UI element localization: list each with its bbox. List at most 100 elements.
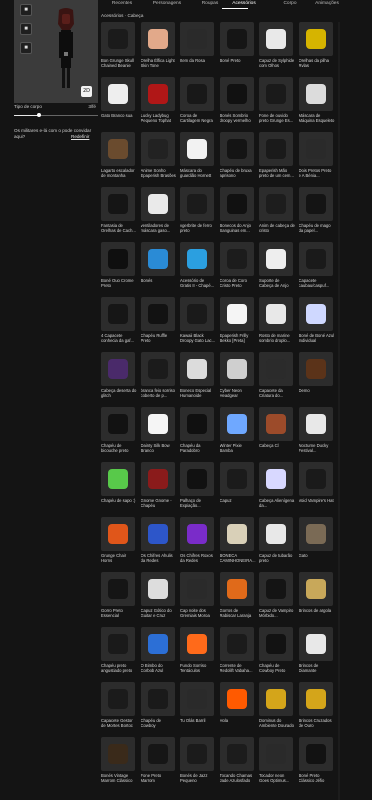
catalog-item[interactable]: 4 Capacete conhecia da gaf... — [101, 297, 135, 353]
item-thumbnail[interactable] — [259, 77, 293, 111]
item-thumbnail[interactable] — [140, 187, 175, 221]
catalog-item[interactable]: Capuz de Vampiro Mórbido... — [259, 572, 293, 628]
catalog-item[interactable]: Chapéu preto angustiado preto — [101, 627, 135, 683]
item-thumbnail[interactable] — [298, 682, 333, 716]
item-thumbnail[interactable] — [219, 407, 254, 441]
item-thumbnail[interactable] — [140, 297, 175, 331]
item-thumbnail[interactable] — [180, 627, 214, 661]
item-thumbnail[interactable] — [298, 187, 333, 221]
item-thumbnail[interactable] — [259, 627, 293, 661]
catalog-item[interactable]: Boné Preto — [219, 22, 254, 78]
item-thumbnail[interactable] — [298, 627, 333, 661]
catalog-item[interactable]: Dainty Silk Bow Branco — [140, 407, 175, 463]
catalog-item[interactable]: Cabeça Cl — [259, 407, 293, 463]
catalog-item[interactable]: Chapéu de sapo :) — [101, 462, 135, 518]
item-thumbnail[interactable] — [140, 627, 175, 661]
item-thumbnail[interactable] — [298, 572, 333, 606]
item-thumbnail[interactable] — [219, 737, 254, 771]
catalog-item[interactable]: Hola — [219, 682, 254, 738]
item-thumbnail[interactable] — [298, 517, 333, 551]
item-thumbnail[interactable] — [219, 297, 254, 331]
item-thumbnail[interactable] — [140, 517, 175, 551]
catalog-item[interactable]: Bonés Vintage Marrom Clássico — [101, 737, 135, 793]
catalog-item[interactable]: Orelha Élfica Light Skin Tone — [140, 22, 175, 78]
item-thumbnail[interactable] — [298, 737, 333, 771]
item-thumbnail[interactable] — [180, 352, 214, 386]
item-thumbnail[interactable] — [180, 22, 214, 56]
item-thumbnail[interactable] — [140, 407, 175, 441]
item-thumbnail[interactable] — [298, 132, 333, 166]
item-thumbnail[interactable] — [298, 297, 333, 331]
catalog-item[interactable]: Fone de ouvido preto Grunge Es... — [259, 77, 293, 133]
item-thumbnail[interactable] — [259, 352, 293, 386]
catalog-item[interactable]: Cap noite dos Gremiais Moroa — [180, 572, 214, 628]
catalog-item[interactable]: Rosto de marine sombrio droplo... — [259, 297, 293, 353]
catalog-item[interactable]: Nocturne Ducky Festival... — [298, 407, 333, 463]
item-thumbnail[interactable] — [219, 627, 254, 661]
catalog-item[interactable]: Acessório de Gratis II - Chapé... — [180, 242, 214, 298]
catalog-item[interactable]: Brincos Cruzados de Ouro — [298, 682, 333, 738]
item-thumbnail[interactable] — [259, 187, 293, 221]
item-thumbnail[interactable] — [259, 132, 293, 166]
catalog-item[interactable]: vgerbrite de ferro preto — [180, 187, 214, 243]
catalog-item[interactable]: Brincos de Diamante — [298, 627, 333, 683]
item-thumbnail[interactable] — [219, 517, 254, 551]
catalog-item[interactable]: Gato Branco sua — [101, 77, 135, 133]
catalog-item[interactable]: Chapéu da Paradobro — [180, 407, 214, 463]
catalog-item[interactable]: Fundo Sorriso Tentáculos — [180, 627, 214, 683]
item-thumbnail[interactable] — [259, 517, 293, 551]
item-thumbnail[interactable] — [298, 407, 333, 441]
catalog-item[interactable]: BONECA CAMINHONEIRA... — [219, 517, 256, 573]
item-thumbnail[interactable] — [180, 682, 214, 716]
item-thumbnail[interactable] — [180, 407, 214, 441]
catalog-item[interactable]: Capuz Gótico do Guitar e Cruz — [140, 572, 175, 628]
item-thumbnail[interactable] — [259, 737, 293, 771]
item-thumbnail[interactable] — [259, 682, 293, 716]
item-thumbnail[interactable] — [101, 572, 135, 606]
item-thumbnail[interactable] — [180, 132, 214, 166]
tab-3[interactable]: Acessórios — [222, 1, 266, 6]
item-thumbnail[interactable] — [219, 682, 254, 716]
catalog-item[interactable]: Capacete caubau/caspuf... — [298, 242, 333, 298]
item-thumbnail[interactable] — [259, 572, 293, 606]
item-thumbnail[interactable] — [180, 242, 214, 276]
catalog-item[interactable]: Gnome Gnome - Chapéu — [140, 462, 175, 518]
item-thumbnail[interactable] — [101, 132, 135, 166]
item-thumbnail[interactable] — [140, 462, 175, 496]
item-thumbnail[interactable] — [180, 462, 214, 496]
catalog-item[interactable]: Dominus do Ambiente Dourado — [259, 682, 294, 738]
item-thumbnail[interactable] — [101, 187, 135, 221]
catalog-item[interactable]: Bonecos do Anjo Sanguinas em... — [219, 187, 254, 243]
item-thumbnail[interactable] — [219, 132, 254, 166]
item-thumbnail[interactable] — [219, 462, 254, 496]
slider-knob[interactable] — [37, 113, 42, 117]
catalog-item[interactable]: Winter Pixie Bamba — [219, 407, 254, 463]
catalog-item[interactable]: Bonés Sombrio droopy vermelho — [219, 77, 254, 133]
avatar-preview[interactable]: ■ ■ ■ 2D — [14, 0, 98, 103]
item-thumbnail[interactable] — [101, 517, 135, 551]
item-thumbnail[interactable] — [140, 132, 175, 166]
catalog-item[interactable]: Capuz de Sylphide com Olhos [Sincere] — [259, 22, 294, 78]
catalog-item[interactable]: Boneco Especial Humanoide — [180, 352, 214, 408]
item-thumbnail[interactable] — [101, 407, 135, 441]
catalog-item[interactable]: Lagarto escalador de montanha — [101, 132, 135, 188]
catalog-item[interactable]: Boné Preto Clássico Jéfio — [298, 737, 333, 793]
item-thumbnail[interactable] — [140, 352, 175, 386]
catalog-item[interactable]: Máscara de Máquina Esqueleto — [298, 77, 334, 133]
item-thumbnail[interactable] — [298, 352, 333, 386]
catalog-item[interactable]: Fone Preto Marrom — [140, 737, 175, 793]
catalog-item[interactable]: Lucky Ladybug Pequeno Tophat — [140, 77, 175, 133]
item-thumbnail[interactable] — [101, 737, 135, 771]
item-thumbnail[interactable] — [219, 77, 254, 111]
catalog-item[interactable]: Capacete da Criatura do... — [259, 352, 293, 408]
view-tool-button-2[interactable]: ■ — [20, 23, 32, 35]
catalog-item[interactable]: Demo — [298, 352, 333, 408]
catalog-item[interactable]: Epaperish Mão preto de um cem... — [259, 132, 294, 188]
catalog-item[interactable]: Tocando Chamas Jade Azulosfado — [219, 737, 254, 793]
item-thumbnail[interactable] — [140, 22, 175, 56]
item-thumbnail[interactable] — [219, 572, 254, 606]
item-thumbnail[interactable] — [180, 517, 214, 551]
item-thumbnail[interactable] — [219, 352, 254, 386]
catalog-item[interactable]: Tocador neon Goes Optimus... — [259, 737, 293, 793]
item-thumbnail[interactable] — [180, 187, 214, 221]
